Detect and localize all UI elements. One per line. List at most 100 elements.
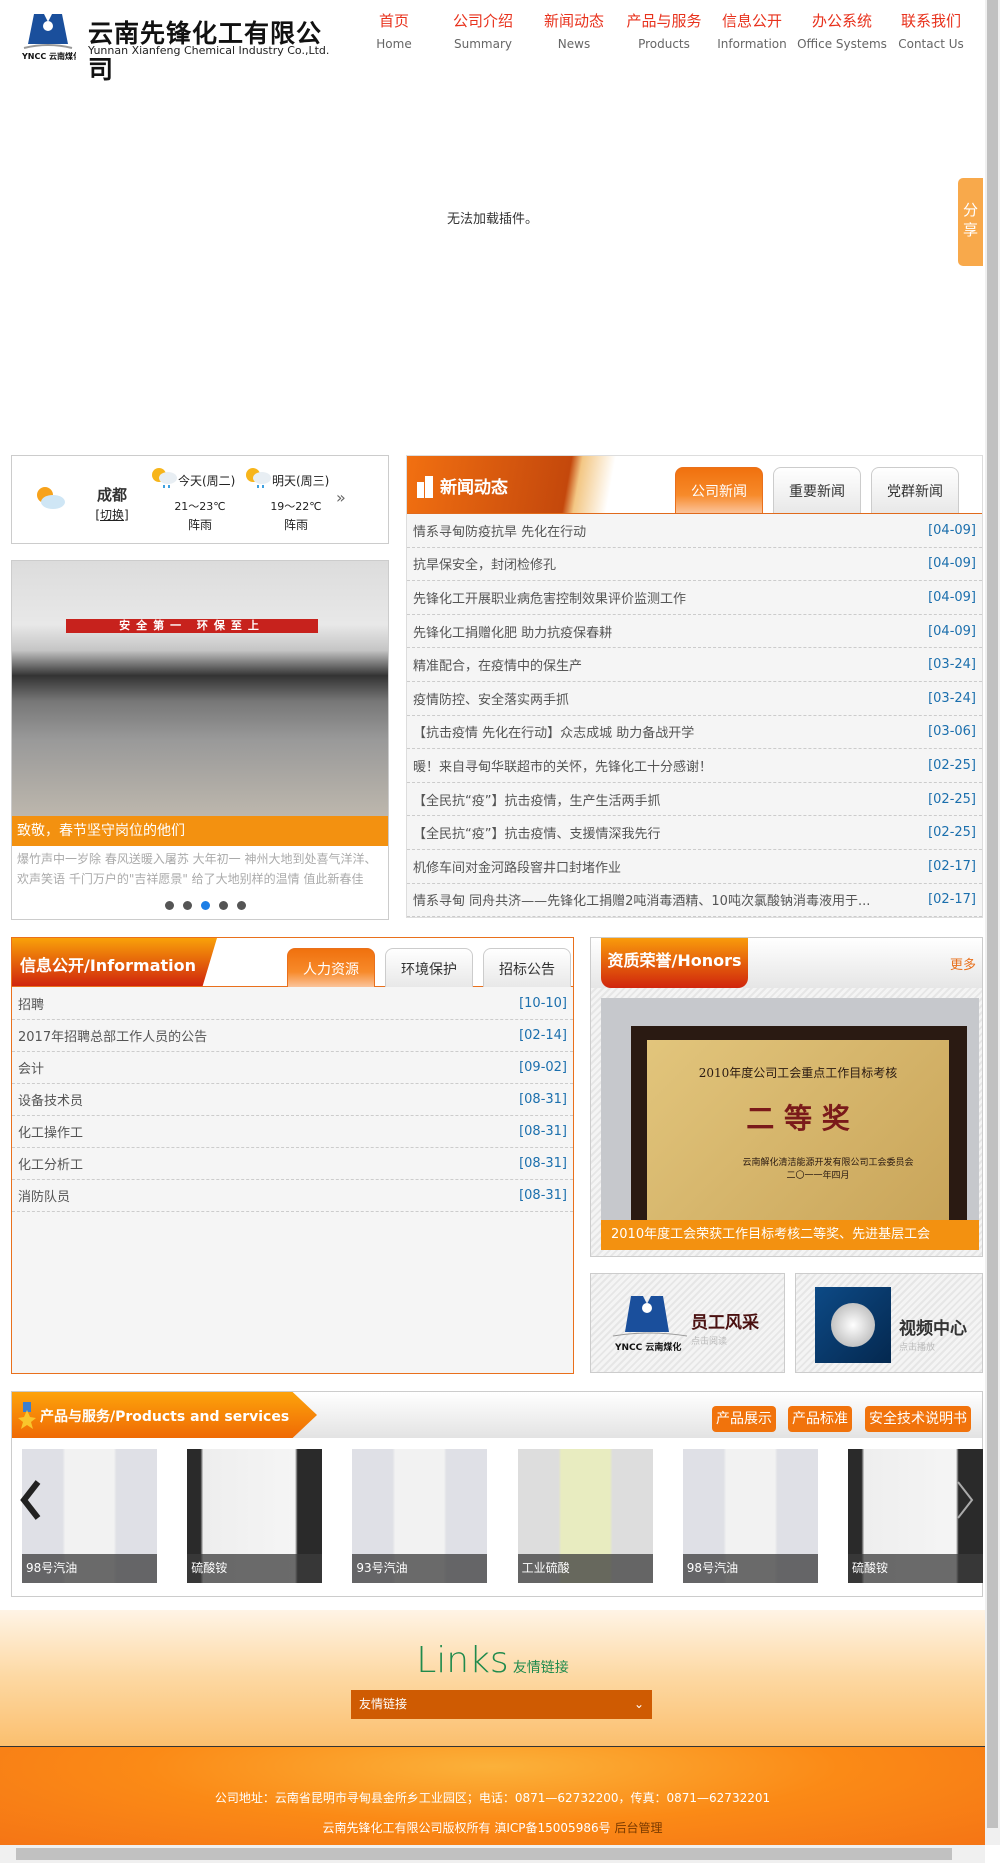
weather-more-arrow[interactable]: » bbox=[336, 488, 346, 507]
news-row-title[interactable]: 情系寻甸 同舟共济——先锋化工捐赠2吨消毒酒精、10吨次氯酸钠消毒液用于... bbox=[413, 890, 870, 909]
news-row[interactable]: 机修车间对金河路段窨井口封堵作业 [02-17] bbox=[407, 850, 982, 884]
news-row-title[interactable]: 【全民抗“疫”】抗击疫情，生产生活两手抓 bbox=[413, 790, 660, 809]
sun-rain-icon bbox=[246, 468, 271, 488]
tomorrow-desc: 阵雨 bbox=[283, 518, 308, 532]
footer-address: 公司地址：云南省昆明市寻甸县金所乡工业园区；电话：0871—62732200，传… bbox=[214, 1791, 771, 1805]
news-row[interactable]: 暖！来自寻甸华联超市的关怀，先锋化工十分感谢！ [02-25] bbox=[407, 749, 982, 783]
product-thumb[interactable]: 98号汽油 bbox=[22, 1449, 157, 1583]
info-tab[interactable]: 招标公告 bbox=[483, 948, 571, 987]
logo[interactable]: YNCC 云南煤化 云南先锋化工有限公司 Yunnan Xianfeng Che… bbox=[20, 12, 340, 84]
product-thumb[interactable]: 工业硫酸 bbox=[517, 1449, 653, 1583]
news-tab[interactable]: 公司新闻 bbox=[675, 467, 763, 513]
news-row[interactable]: 先锋化工捐赠化肥 助力抗疫保春耕 [04-09] bbox=[407, 615, 982, 649]
prev-arrow-icon[interactable] bbox=[20, 1480, 42, 1520]
news-tab[interactable]: 重要新闻 bbox=[773, 467, 861, 513]
news-row[interactable]: 抗旱保安全，封闭检修孔 [04-09] bbox=[407, 548, 982, 582]
nav-item[interactable]: 首页 Home bbox=[349, 10, 439, 51]
plugin-placeholder: 无法加载插件。 bbox=[446, 212, 538, 227]
news-row-date: [02-25] bbox=[928, 825, 976, 841]
horizontal-scrollbar-thumb[interactable] bbox=[16, 1848, 952, 1860]
news-row-title[interactable]: 先锋化工捐赠化肥 助力抗疫保春耕 bbox=[413, 622, 612, 641]
info-row-title[interactable]: 会计 bbox=[18, 1058, 44, 1077]
svg-text:YNCC 云南煤化: YNCC 云南煤化 bbox=[614, 1341, 681, 1353]
weather-switch-link[interactable]: [切换] bbox=[82, 506, 142, 523]
news-row[interactable]: 【全民抗“疫”】抗击疫情，生产生活两手抓 [02-25] bbox=[407, 783, 982, 817]
video-title: 视频中心 bbox=[899, 1319, 967, 1339]
news-row[interactable]: 疫情防控、安全落实两手抓 [03-24] bbox=[407, 682, 982, 716]
news-row[interactable]: 情系寻甸 同舟共济——先锋化工捐赠2吨消毒酒精、10吨次氯酸钠消毒液用于... [… bbox=[407, 884, 982, 918]
news-row-title[interactable]: 暖！来自寻甸华联超市的关怀，先锋化工十分感谢！ bbox=[413, 756, 712, 775]
news-row[interactable]: 【抗击疫情 先化在行动】众志成城 助力备战开学 [03-06] bbox=[407, 716, 982, 750]
links-title: Links bbox=[416, 1640, 509, 1681]
slider-dot[interactable] bbox=[183, 901, 192, 910]
honor-plaque-image[interactable]: 2010年度公司工会重点工作目标考核 二 等 奖 云南解化清洁能源开发有限公司工… bbox=[601, 998, 979, 1220]
products-title: 产品与服务/Products and services bbox=[40, 1409, 290, 1425]
links-select[interactable]: 友情链接 ⌄ bbox=[351, 1690, 652, 1719]
news-row-title[interactable]: 精准配合，在疫情中的保生产 bbox=[413, 655, 582, 674]
products-button[interactable]: 产品展示 bbox=[712, 1406, 776, 1432]
share-tab[interactable]: 分享 bbox=[958, 178, 983, 266]
info-tab[interactable]: 人力资源 bbox=[287, 948, 375, 987]
news-tab[interactable]: 党群新闻 bbox=[871, 467, 959, 513]
nav-item[interactable]: 产品与服务 Products bbox=[619, 10, 709, 51]
slide-caption[interactable]: 致敬，春节坚守岗位的他们 bbox=[12, 816, 388, 846]
news-row-title[interactable]: 抗旱保安全，封闭检修孔 bbox=[413, 554, 556, 573]
news-row-title[interactable]: 【抗击疫情 先化在行动】众志成城 助力备战开学 bbox=[413, 722, 694, 741]
news-row[interactable]: 精准配合，在疫情中的保生产 [03-24] bbox=[407, 648, 982, 682]
info-row[interactable]: 化工分析工 [08-31] bbox=[12, 1148, 573, 1180]
news-row-date: [04-09] bbox=[928, 556, 976, 572]
video-tile[interactable]: 视频中心 点击播放 bbox=[795, 1273, 983, 1373]
info-row[interactable]: 设备技术员 [08-31] bbox=[12, 1084, 573, 1116]
info-row-title[interactable]: 设备技术员 bbox=[18, 1090, 83, 1109]
nav-item[interactable]: 信息公开 Information bbox=[707, 10, 797, 51]
news-row-title[interactable]: 疫情防控、安全落实两手抓 bbox=[413, 689, 569, 708]
info-row-title[interactable]: 招聘 bbox=[18, 994, 44, 1013]
product-thumb[interactable]: 93号汽油 bbox=[352, 1449, 488, 1583]
info-row[interactable]: 化工操作工 [08-31] bbox=[12, 1116, 573, 1148]
nav-item-cn: 首页 bbox=[378, 12, 409, 30]
info-row-date: [08-31] bbox=[519, 1092, 567, 1107]
news-row-title[interactable]: 先锋化工开展职业病危害控制效果评价监测工作 bbox=[413, 588, 686, 607]
news-row-date: [02-25] bbox=[928, 791, 976, 807]
nav-item[interactable]: 新闻动态 News bbox=[529, 10, 619, 51]
slider-dot[interactable] bbox=[237, 901, 246, 910]
honor-caption[interactable]: 2010年度工会荣获工作目标考核二等奖、先进基层工会 bbox=[601, 1220, 979, 1250]
news-row-title[interactable]: 机修车间对金河路段窨井口封堵作业 bbox=[413, 857, 621, 876]
nav-item-cn: 联系我们 bbox=[900, 12, 961, 30]
news-row[interactable]: 【全民抗“疫”】抗击疫情、支援情深我先行 [02-25] bbox=[407, 816, 982, 850]
info-row[interactable]: 会计 [09-02] bbox=[12, 1052, 573, 1084]
slider-dot[interactable] bbox=[219, 901, 228, 910]
admin-link[interactable]: 后台管理 bbox=[614, 1821, 662, 1835]
slide-image[interactable]: 安全第一 环保至上 bbox=[12, 561, 388, 816]
products-button[interactable]: 安全技术说明书 bbox=[865, 1406, 971, 1432]
products-button[interactable]: 产品标准 bbox=[788, 1406, 852, 1432]
info-row[interactable]: 2017年招聘总部工作人员的公告 [02-14] bbox=[12, 1020, 573, 1052]
news-row-title[interactable]: 【全民抗“疫”】抗击疫情、支援情深我先行 bbox=[413, 823, 660, 842]
nav-item[interactable]: 公司介绍 Summary bbox=[438, 10, 528, 51]
next-arrow-icon[interactable] bbox=[954, 1480, 976, 1520]
vertical-scrollbar-thumb[interactable] bbox=[987, 0, 998, 1828]
staff-tile[interactable]: YNCC 云南煤化 员工风采 点击阅读 bbox=[590, 1273, 785, 1373]
news-row-title[interactable]: 情系寻甸防疫抗旱 先化在行动 bbox=[413, 521, 586, 540]
info-row-title[interactable]: 化工操作工 bbox=[18, 1122, 83, 1141]
news-row-date: [03-24] bbox=[928, 690, 976, 706]
news-row[interactable]: 先锋化工开展职业病危害控制效果评价监测工作 [04-09] bbox=[407, 581, 982, 615]
info-row-title[interactable]: 化工分析工 bbox=[18, 1154, 83, 1173]
product-thumb[interactable]: 硫酸铵 bbox=[187, 1449, 323, 1583]
info-row[interactable]: 消防队员 [08-31] bbox=[12, 1180, 573, 1212]
nav-item-en: Office Systems bbox=[797, 37, 887, 51]
news-row[interactable]: 情系寻甸防疫抗旱 先化在行动 [04-09] bbox=[407, 514, 982, 548]
slider-dot[interactable] bbox=[201, 901, 210, 910]
nav-item-en: Information bbox=[717, 37, 787, 51]
slider-dot[interactable] bbox=[165, 901, 174, 910]
info-row-title[interactable]: 2017年招聘总部工作人员的公告 bbox=[18, 1026, 207, 1045]
info-row[interactable]: 招聘 [10-10] bbox=[12, 988, 573, 1020]
honors-more-link[interactable]: 更多 bbox=[950, 954, 976, 973]
info-tab[interactable]: 环境保护 bbox=[385, 948, 473, 987]
info-row-date: [09-02] bbox=[519, 1060, 567, 1075]
nav-item[interactable]: 办公系统 Office Systems bbox=[797, 10, 887, 51]
nav-item[interactable]: 联系我们 Contact Us bbox=[886, 10, 976, 51]
news-title: 新闻动态 bbox=[440, 478, 508, 498]
product-thumb[interactable]: 98号汽油 bbox=[682, 1449, 818, 1583]
info-row-title[interactable]: 消防队员 bbox=[18, 1186, 70, 1205]
